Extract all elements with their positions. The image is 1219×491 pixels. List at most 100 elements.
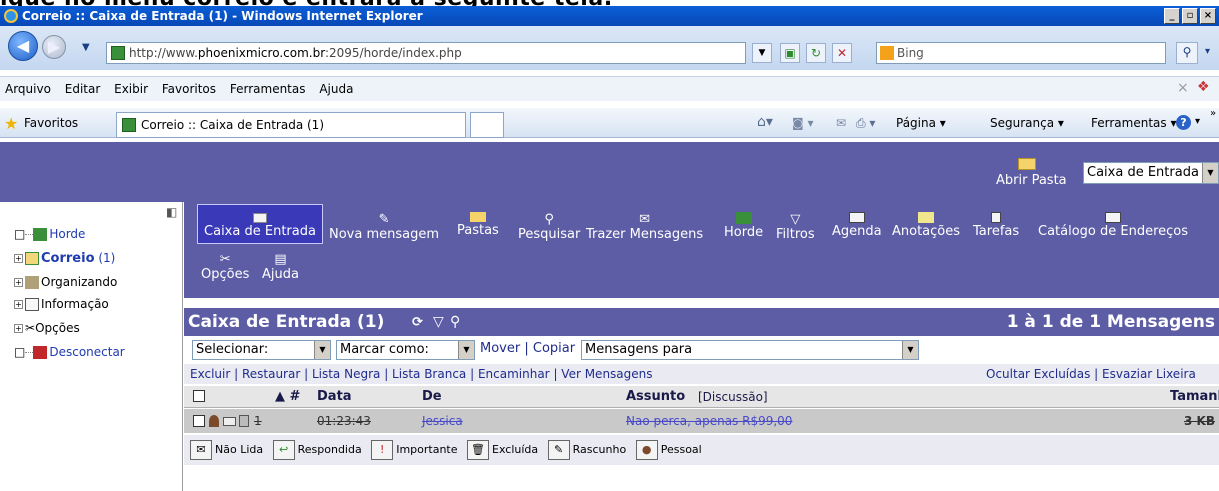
menu-favoritos[interactable]: Favoritos [157,82,221,96]
toolbar-fetch-mail[interactable]: ✉ Trazer Mensagens [586,212,703,242]
search-options-icon[interactable]: ▾ [1205,46,1210,57]
expand-icon[interactable]: + [14,300,23,309]
new-tab-button[interactable] [470,112,504,138]
select-dropdown[interactable]: Selecionar: ▼ [192,340,331,360]
action-restore[interactable]: Restaurar [242,367,300,381]
table-row[interactable]: 1 01:23:43 Jessica Nao perca, apenas R$9… [184,409,1219,433]
move-link[interactable]: Mover [480,341,520,356]
menu-ajuda[interactable]: Ajuda [314,82,358,96]
menu-ferramentas[interactable]: Ferramentas [225,82,311,96]
row-subject[interactable]: Nao perca, apenas R$99,00 [626,409,792,433]
column-from[interactable]: De [422,386,442,408]
help-icon[interactable]: ? [1176,115,1191,130]
toolbar-label-notes: Anotações [892,224,961,239]
row-checkbox[interactable] [193,415,205,427]
toolbar-filters[interactable]: ▽ Filtros [776,212,815,242]
chevron-down-icon: ▼ [458,341,474,359]
help-dropdown-icon[interactable]: ▾ [1195,116,1200,127]
column-subject[interactable]: Assunto [626,386,685,408]
toolbar-notes[interactable]: Anotações [892,212,960,239]
sidebar-item-horde[interactable]: □ Horde [14,224,85,244]
column-number[interactable]: ▲ # [275,386,300,408]
action-empty-trash[interactable]: Esvaziar Lixeira [1102,367,1196,381]
url-dropdown-icon[interactable]: ▼ [752,43,772,63]
feeds-icon[interactable]: ◙ ▾ [792,116,813,130]
security-menu[interactable]: Segurança ▾ [990,116,1064,130]
search-input[interactable]: Bing [876,42,1166,64]
chevron-more-icon[interactable]: » [1210,108,1216,119]
translate-icon[interactable]: ❖ [1197,79,1210,95]
horde-icon [33,228,48,241]
menu-editar[interactable]: Editar [60,82,106,96]
action-hide-deleted[interactable]: Ocultar Excluídas [986,367,1090,381]
sidebar-item-informacao[interactable]: + Informação [14,294,109,314]
mail-icon[interactable]: ✉ [836,116,846,130]
refresh-mailbox-icon[interactable]: ⟳ [412,309,423,337]
column-size[interactable]: Tamanh [1170,386,1219,408]
page-menu[interactable]: Página ▾ [896,116,946,130]
sidebar-item-correio[interactable]: + Correio (1) [14,248,115,269]
row-from[interactable]: Jessica [422,409,463,433]
column-discussion[interactable]: [Discussão] [698,386,768,408]
filter-icon[interactable]: ▽ [433,308,444,336]
print-icon[interactable]: ⎙ ▾ [856,116,875,131]
action-forward[interactable]: Encaminhar [478,367,550,381]
close-toolbar-icon[interactable]: × [1177,80,1189,96]
toolbar-inbox[interactable]: Caixa de Entrada [197,204,323,244]
sidebar-item-opcoes[interactable]: + ✂Opções [14,318,80,338]
action-delete[interactable]: Excluir [190,367,230,381]
sidebar-label-informacao: Informação [41,297,109,311]
important-icon: ! [371,440,394,460]
tools-menu[interactable]: Ferramentas ▾ [1091,116,1176,130]
forward-button[interactable]: ▶ [42,35,66,59]
expand-icon[interactable]: + [14,324,23,333]
toolbar-help[interactable]: ▤ Ajuda [262,252,299,282]
toolbar-horde[interactable]: Horde [724,212,763,240]
sidebar-item-organizando[interactable]: + Organizando [14,272,117,292]
toolbar-tasks[interactable]: Tarefas [973,212,1019,239]
folder-select[interactable]: Caixa de Entrada ▼ [1083,162,1219,184]
history-dropdown-icon[interactable]: ▼ [82,42,90,53]
toolbar-folders[interactable]: Pastas [457,212,499,238]
toolbar-label-tasks: Tarefas [973,224,1020,239]
mark-as-dropdown[interactable]: Marcar como: ▼ [336,340,475,360]
toolbar-calendar[interactable]: Agenda [832,212,882,239]
chevron-down-icon: ▼ [314,341,330,359]
trash-icon [239,415,249,427]
column-date[interactable]: Data [317,386,352,408]
action-view-messages[interactable]: Ver Mensagens [561,367,652,381]
back-button[interactable]: ◀ [8,31,38,61]
close-button[interactable]: × [1200,8,1216,24]
logout-icon [33,346,48,359]
select-all-checkbox[interactable] [193,390,205,402]
toolbar-address-book[interactable]: Catálogo de Endereços [1038,212,1188,239]
toolbar-search[interactable]: ⚲ Pesquisar [518,212,580,242]
expand-icon[interactable]: + [14,254,23,263]
envelope-icon [253,213,267,223]
action-whitelist[interactable]: Lista Branca [392,367,466,381]
search-icon[interactable]: ⚲ [450,308,460,336]
sidebar-item-desconectar[interactable]: □ Desconectar [14,342,125,362]
refresh-icon[interactable]: ↻ [806,43,826,63]
home-icon[interactable]: ⌂▾ [757,114,773,130]
search-go-icon[interactable]: ⚲ [1176,42,1198,64]
toolbar-options[interactable]: ✂ Opções [201,252,249,282]
url-domain: phoenixmicro.com.br [197,46,325,60]
toolbar-new-message[interactable]: ✎ Nova mensagem [329,212,439,242]
url-input[interactable]: http://www.phoenixmicro.com.br:2095/hord… [106,42,746,64]
action-blacklist[interactable]: Lista Negra [312,367,380,381]
collapse-sidebar-icon[interactable]: ◧ [166,205,177,219]
copy-link[interactable]: Copiar [533,341,575,356]
maximize-button[interactable]: ▫ [1182,8,1198,24]
messages-to-dropdown[interactable]: Mensagens para ▼ [581,340,919,360]
browser-tab[interactable]: Correio :: Caixa de Entrada (1) [116,112,466,138]
favorites-button[interactable]: Favoritos [24,116,78,130]
expand-icon[interactable]: + [14,278,23,287]
menu-arquivo[interactable]: Arquivo [0,82,56,96]
chevron-down-icon: ▼ [1202,163,1218,183]
compat-view-icon[interactable]: ▣ [780,43,800,63]
stop-icon[interactable]: ✕ [832,43,852,63]
minimize-button[interactable]: _ [1164,8,1180,24]
menu-exibir[interactable]: Exibir [109,82,153,96]
open-folder-label[interactable]: Abrir Pasta [996,173,1067,188]
